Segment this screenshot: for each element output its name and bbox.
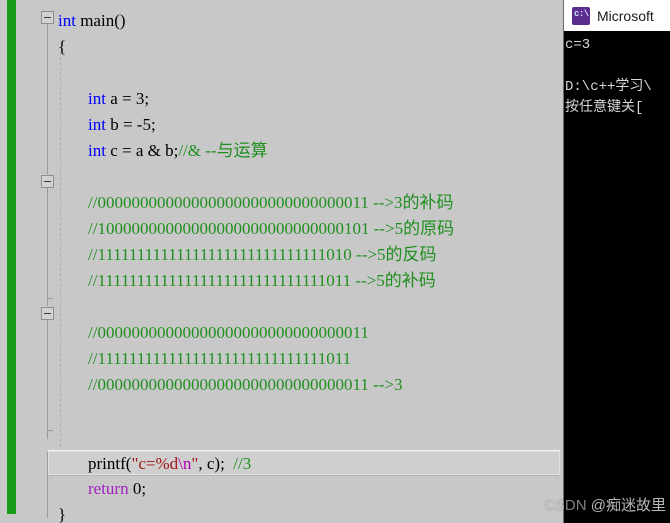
csdn-watermark: CSDN @痴迷故里 bbox=[544, 494, 666, 515]
code-token: printf( bbox=[88, 454, 132, 473]
code-token: int bbox=[58, 11, 76, 30]
code-token: //00000000000000000000000000000011 -->3 bbox=[88, 375, 403, 394]
code-token: //10000000000000000000000000000101 -->5的… bbox=[88, 219, 455, 238]
code-token: //00000000000000000000000000000011 bbox=[88, 323, 369, 342]
console-title: Microsoft bbox=[597, 7, 654, 24]
code-line-current[interactable]: printf("c=%d\n", c); //3 bbox=[48, 450, 560, 476]
code-token: //00000000000000000000000000000011 -->3的… bbox=[88, 193, 454, 212]
code-token: } bbox=[58, 505, 67, 523]
changed-lines-indicator bbox=[7, 0, 16, 514]
watermark-user: @痴迷故里 bbox=[590, 497, 666, 514]
console-output-line: D:\c++学习\ bbox=[565, 79, 652, 95]
watermark-brand: CSDN bbox=[544, 497, 591, 514]
code-token: , c); bbox=[198, 454, 234, 473]
code-token: main() bbox=[75, 11, 126, 30]
code-token: 0; bbox=[128, 479, 147, 498]
code-token: //& --与运算 bbox=[178, 141, 268, 160]
code-token: int bbox=[88, 115, 106, 134]
code-token: return bbox=[88, 479, 129, 498]
console-output-line: c=3 bbox=[565, 37, 591, 53]
cmd-prompt-icon bbox=[572, 6, 590, 25]
code-token: c = a & b; bbox=[105, 141, 179, 160]
code-token: //3 bbox=[233, 454, 252, 473]
code-token: //11111111111111111111111111111011 bbox=[88, 349, 352, 368]
console-window[interactable]: Microsoft c=3 D:\c++学习\ 按任意键关[ bbox=[563, 0, 670, 523]
console-output-line: 按任意键关[ bbox=[565, 100, 644, 116]
fold-margin[interactable] bbox=[16, 0, 54, 523]
code-token: \n bbox=[178, 454, 192, 473]
code-token: a = 3; bbox=[105, 89, 150, 108]
console-titlebar[interactable]: Microsoft bbox=[564, 0, 670, 31]
code-token: int bbox=[88, 89, 106, 108]
code-token: { bbox=[58, 37, 67, 56]
screenshot-root: int main(){int a = 3; int b = -5; int c = … bbox=[0, 0, 670, 523]
console-output[interactable]: c=3 D:\c++学习\ 按任意键关[ bbox=[564, 31, 670, 523]
code-token: int bbox=[88, 141, 106, 160]
code-token: //11111111111111111111111111111010 -->5的… bbox=[88, 245, 437, 264]
code-token: "c=%d bbox=[131, 454, 179, 473]
code-token: //11111111111111111111111111111011 -->5的… bbox=[88, 271, 436, 290]
code-token: b = -5; bbox=[105, 115, 156, 134]
